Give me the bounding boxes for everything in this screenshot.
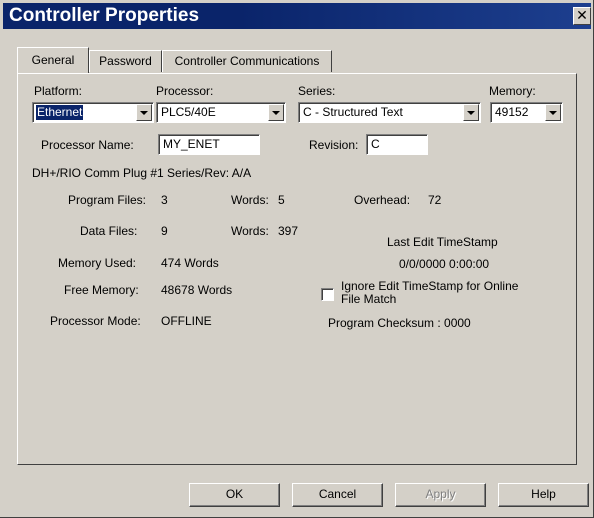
chevron-down-icon[interactable] <box>136 104 152 121</box>
series-value: C - Structured Text <box>303 105 403 119</box>
processor-name-label: Processor Name: <box>41 138 134 152</box>
platform-value: Ethernet <box>36 105 84 120</box>
apply-button[interactable]: Apply <box>395 483 486 507</box>
memory-label: Memory: <box>489 84 536 98</box>
chevron-down-icon[interactable] <box>463 104 479 121</box>
memory-used-value: 474 Words <box>161 256 219 270</box>
processor-select[interactable]: PLC5/40E <box>156 102 286 123</box>
revision-label: Revision: <box>309 138 359 152</box>
last-edit-timestamp-value: 0/0/0000 0:00:00 <box>399 257 490 271</box>
program-words-value: 5 <box>278 193 285 207</box>
cancel-button[interactable]: Cancel <box>292 483 383 507</box>
processor-mode-value: OFFLINE <box>161 314 212 328</box>
processor-name-field[interactable]: MY_ENET <box>158 134 260 155</box>
platform-label: Platform: <box>34 84 83 98</box>
data-words-value: 397 <box>278 224 299 238</box>
data-files-value: 9 <box>161 224 168 238</box>
platform-select[interactable]: Ethernet <box>32 102 154 123</box>
close-icon[interactable]: ✕ <box>573 7 591 25</box>
tab-general[interactable]: General <box>17 47 89 73</box>
revision-field[interactable]: C <box>366 134 428 155</box>
program-files-label: Program Files: <box>68 193 147 207</box>
memory-used-label: Memory Used: <box>58 256 137 270</box>
overhead-label: Overhead: <box>354 193 411 207</box>
title-bar[interactable]: Controller Properties ✕ <box>3 3 591 29</box>
memory-select[interactable]: 49152 <box>490 102 563 123</box>
window-title: Controller Properties <box>9 5 200 26</box>
processor-value: PLC5/40E <box>161 105 216 119</box>
free-memory-value: 48678 Words <box>161 283 233 297</box>
ignore-timestamp-label-line2[interactable]: File Match <box>341 292 396 306</box>
program-files-value: 3 <box>161 193 168 207</box>
chevron-down-icon[interactable] <box>545 104 561 121</box>
chevron-down-icon[interactable] <box>268 104 284 121</box>
processor-label: Processor: <box>156 84 214 98</box>
controller-properties-dialog: Controller Properties ✕ General Password… <box>0 0 594 518</box>
help-button[interactable]: Help <box>498 483 589 507</box>
program-checksum: Program Checksum : 0000 <box>328 316 471 330</box>
memory-value: 49152 <box>495 105 529 119</box>
ignore-timestamp-label-line1[interactable]: Ignore Edit TimeStamp for Online <box>341 279 518 293</box>
general-panel: Platform: Processor: Series: Memory: Eth… <box>17 73 577 465</box>
data-words-label: Words: <box>231 224 269 238</box>
program-words-label: Words: <box>231 193 269 207</box>
processor-mode-label: Processor Mode: <box>50 314 141 328</box>
free-memory-label: Free Memory: <box>64 283 139 297</box>
tab-controller-communications[interactable]: Controller Communications <box>162 50 332 72</box>
data-files-label: Data Files: <box>80 224 138 238</box>
comm-plug-info: DH+/RIO Comm Plug #1 Series/Rev: A/A <box>32 166 252 180</box>
series-select[interactable]: C - Structured Text <box>298 102 481 123</box>
tab-password[interactable]: Password <box>89 50 162 72</box>
ignore-timestamp-checkbox[interactable] <box>321 288 334 301</box>
series-label: Series: <box>298 84 336 98</box>
overhead-value: 72 <box>428 193 442 207</box>
ok-button[interactable]: OK <box>189 483 280 507</box>
last-edit-timestamp-label: Last Edit TimeStamp <box>387 235 498 249</box>
